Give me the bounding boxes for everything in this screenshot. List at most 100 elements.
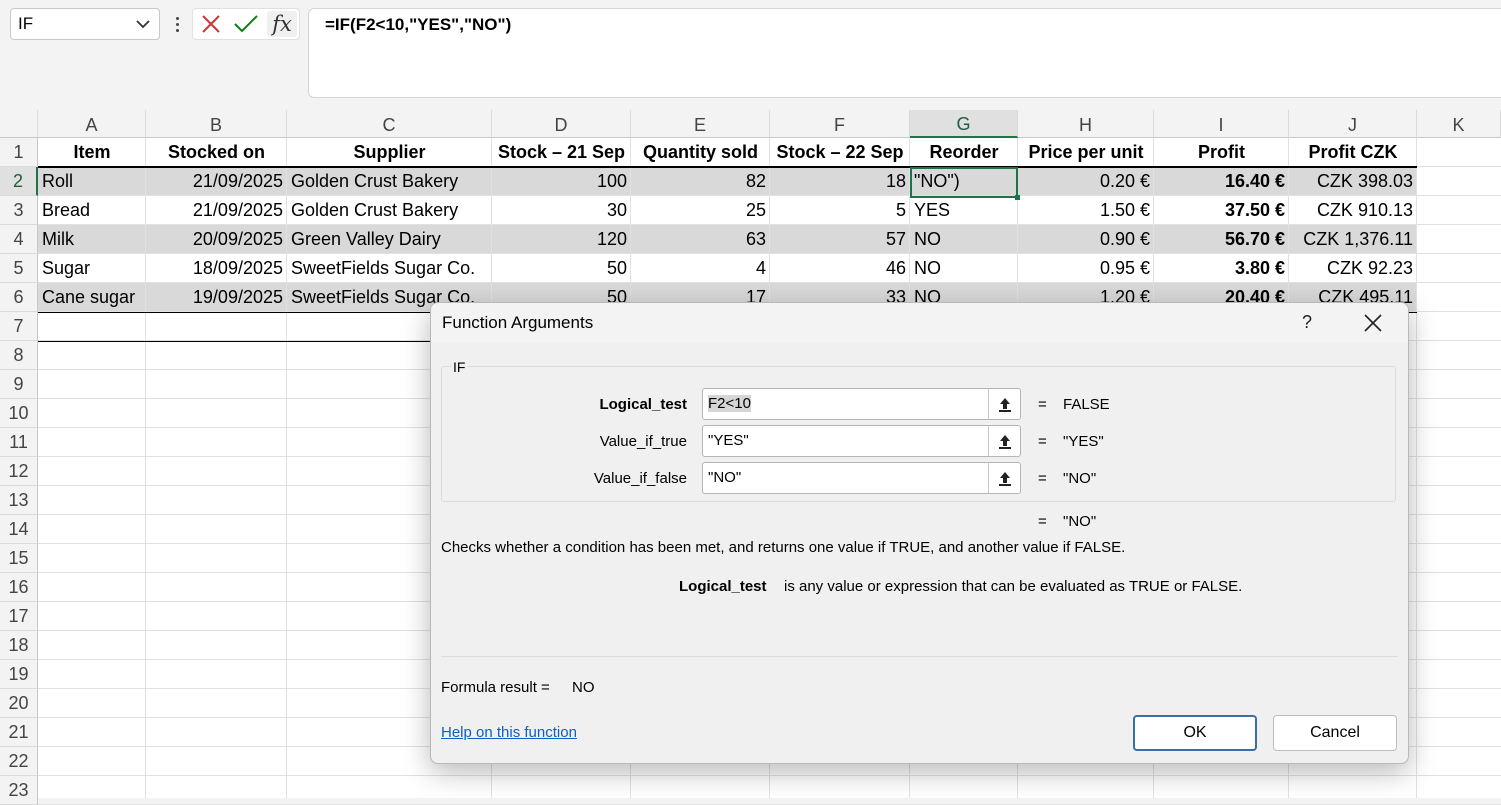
- column-header-h[interactable]: H: [1018, 110, 1154, 138]
- table-cell[interactable]: 63: [631, 225, 770, 254]
- column-header-k[interactable]: K: [1417, 110, 1501, 138]
- close-icon[interactable]: [1362, 312, 1384, 334]
- row-header-5[interactable]: 5: [0, 254, 38, 283]
- table-cell[interactable]: CZK 92.23: [1289, 254, 1417, 283]
- table-cell[interactable]: 20/09/2025: [146, 225, 287, 254]
- collapse-dialog-icon[interactable]: [988, 463, 1020, 493]
- row-header-2[interactable]: 2: [0, 167, 38, 196]
- row-header-12[interactable]: 12: [0, 457, 38, 486]
- table-cell[interactable]: NO: [910, 225, 1018, 254]
- table-cell[interactable]: 0.20 €: [1018, 167, 1154, 196]
- table-cell[interactable]: 56.70 €: [1154, 225, 1289, 254]
- fill-handle[interactable]: [1015, 195, 1020, 200]
- active-cell-G2[interactable]: [910, 167, 1020, 200]
- table-cell[interactable]: 18/09/2025: [146, 254, 287, 283]
- table-cell[interactable]: Green Valley Dairy: [287, 225, 492, 254]
- arg-input-value-if-false[interactable]: "NO": [702, 462, 1021, 494]
- table-cell[interactable]: CZK 398.03: [1289, 167, 1417, 196]
- header-cell[interactable]: Supplier: [287, 138, 492, 167]
- table-cell[interactable]: Golden Crust Bakery: [287, 196, 492, 225]
- header-cell[interactable]: Price per unit: [1018, 138, 1154, 167]
- column-header-i[interactable]: I: [1154, 110, 1289, 138]
- table-cell[interactable]: 0.90 €: [1018, 225, 1154, 254]
- row-header-23[interactable]: 23: [0, 776, 38, 805]
- table-cell[interactable]: Golden Crust Bakery: [287, 167, 492, 196]
- table-cell[interactable]: 37.50 €: [1154, 196, 1289, 225]
- collapse-dialog-icon[interactable]: [988, 426, 1020, 456]
- column-header-b[interactable]: B: [146, 110, 287, 138]
- table-cell[interactable]: 57: [770, 225, 910, 254]
- table-cell[interactable]: 25: [631, 196, 770, 225]
- table-cell[interactable]: Milk: [38, 225, 146, 254]
- dialog-titlebar[interactable]: Function Arguments ?: [431, 303, 1408, 343]
- row-header-9[interactable]: 9: [0, 370, 38, 399]
- collapse-dialog-icon[interactable]: [988, 389, 1020, 419]
- table-cell[interactable]: Roll: [38, 167, 146, 196]
- row-header-11[interactable]: 11: [0, 428, 38, 457]
- column-header-a[interactable]: A: [38, 110, 146, 138]
- cancel-button[interactable]: Cancel: [1273, 715, 1397, 751]
- header-cell[interactable]: Item: [38, 138, 146, 167]
- column-header-j[interactable]: J: [1289, 110, 1417, 138]
- column-header-e[interactable]: E: [631, 110, 770, 138]
- name-box[interactable]: IF: [10, 8, 160, 40]
- row-header-10[interactable]: 10: [0, 399, 38, 428]
- row-header-19[interactable]: 19: [0, 660, 38, 689]
- row-header-16[interactable]: 16: [0, 573, 38, 602]
- row-header-8[interactable]: 8: [0, 341, 38, 370]
- table-cell[interactable]: NO: [910, 254, 1018, 283]
- ok-button[interactable]: OK: [1133, 715, 1257, 751]
- formula-input[interactable]: =IF(F2<10,"YES","NO"): [308, 8, 1501, 98]
- row-header-13[interactable]: 13: [0, 486, 38, 515]
- header-cell[interactable]: Stock – 21 Sep: [492, 138, 631, 167]
- row-header-7[interactable]: 7: [0, 312, 38, 341]
- help-link[interactable]: Help on this function: [441, 724, 577, 741]
- row-header-21[interactable]: 21: [0, 718, 38, 747]
- more-vertical-icon[interactable]: [170, 10, 184, 38]
- table-cell[interactable]: 3.80 €: [1154, 254, 1289, 283]
- arg-input-logical-test[interactable]: F2<10: [702, 388, 1021, 420]
- table-cell[interactable]: Sugar: [38, 254, 146, 283]
- table-cell[interactable]: 0.95 €: [1018, 254, 1154, 283]
- table-cell[interactable]: Cane sugar: [38, 283, 146, 312]
- row-header-6[interactable]: 6: [0, 283, 38, 312]
- help-icon[interactable]: ?: [1302, 312, 1312, 333]
- table-cell[interactable]: 1.50 €: [1018, 196, 1154, 225]
- table-cell[interactable]: 21/09/2025: [146, 167, 287, 196]
- column-header-c[interactable]: C: [287, 110, 492, 138]
- table-cell[interactable]: 100: [492, 167, 631, 196]
- column-header-g[interactable]: G: [910, 110, 1018, 138]
- arg-input-value-if-true[interactable]: "YES": [702, 425, 1021, 457]
- table-cell[interactable]: 18: [770, 167, 910, 196]
- column-header-d[interactable]: D: [492, 110, 631, 138]
- table-cell[interactable]: CZK 1,376.11: [1289, 225, 1417, 254]
- table-cell[interactable]: SweetFields Sugar Co.: [287, 254, 492, 283]
- table-cell[interactable]: 50: [492, 254, 631, 283]
- row-header-20[interactable]: 20: [0, 689, 38, 718]
- table-cell[interactable]: 46: [770, 254, 910, 283]
- checkmark-icon[interactable]: [231, 11, 261, 37]
- row-header-14[interactable]: 14: [0, 515, 38, 544]
- table-cell[interactable]: 4: [631, 254, 770, 283]
- row-header-1[interactable]: 1: [0, 138, 38, 167]
- row-header-17[interactable]: 17: [0, 602, 38, 631]
- row-header-15[interactable]: 15: [0, 544, 38, 573]
- header-cell[interactable]: Profit CZK: [1289, 138, 1417, 167]
- header-cell[interactable]: Stock – 22 Sep: [770, 138, 910, 167]
- header-cell[interactable]: Stocked on: [146, 138, 287, 167]
- chevron-down-icon[interactable]: [135, 15, 151, 33]
- header-cell[interactable]: Reorder: [910, 138, 1018, 167]
- row-header-18[interactable]: 18: [0, 631, 38, 660]
- header-cell[interactable]: Profit: [1154, 138, 1289, 167]
- table-cell[interactable]: 16.40 €: [1154, 167, 1289, 196]
- table-cell[interactable]: CZK 910.13: [1289, 196, 1417, 225]
- table-cell[interactable]: 19/09/2025: [146, 283, 287, 312]
- table-cell[interactable]: 5: [770, 196, 910, 225]
- row-header-4[interactable]: 4: [0, 225, 38, 254]
- select-all-corner[interactable]: [0, 110, 38, 138]
- cancel-x-icon[interactable]: [196, 11, 226, 37]
- table-cell[interactable]: YES: [910, 196, 1018, 225]
- row-header-3[interactable]: 3: [0, 196, 38, 225]
- header-cell[interactable]: Quantity sold: [631, 138, 770, 167]
- table-cell[interactable]: 21/09/2025: [146, 196, 287, 225]
